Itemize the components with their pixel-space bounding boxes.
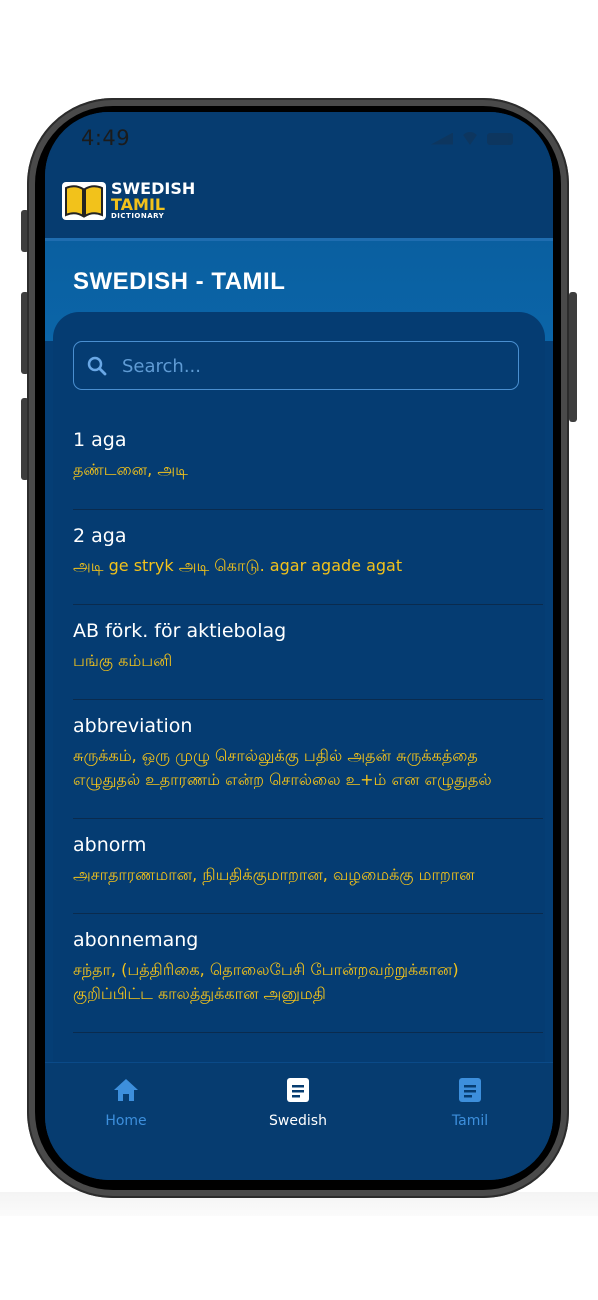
search-box[interactable] (73, 341, 519, 390)
book-icon (61, 178, 107, 222)
entry-meaning: தண்டனை, அடி (73, 460, 188, 479)
entry-word: 1 aga (73, 429, 127, 451)
power-button (569, 292, 577, 422)
bottom-nav: Home Swedish Tamil (45, 1062, 553, 1180)
entry-meaning: அடி ge stryk அடி கொடு. agar agade agat (73, 556, 403, 575)
search-icon (87, 356, 107, 376)
page-title: SWEDISH - TAMIL (73, 268, 286, 295)
search-input[interactable] (120, 342, 514, 390)
app-logo[interactable]: SWEDISH TAMIL DICTIONARY (61, 178, 195, 222)
status-icons (431, 132, 513, 145)
nav-home-label: Home (105, 1113, 147, 1129)
home-icon (114, 1079, 138, 1101)
entry-word: 2 aga (73, 525, 127, 547)
entry-word: abonnemang (73, 929, 199, 951)
logo-text: SWEDISH TAMIL DICTIONARY (111, 180, 195, 220)
entry-meaning: சந்தா, (பத்திரிகை, தொலைபேசி போன்றவற்றுக்… (73, 960, 459, 1003)
entry-meaning: சுருக்கம், ஒரு முழு சொல்லுக்கு பதில் அதன… (73, 746, 492, 789)
nav-home[interactable]: Home (66, 1077, 186, 1129)
entry-meaning: அசாதாரணமான, நியதிக்குமாறான, வழமைக்கு மாற… (73, 865, 475, 884)
entry-meaning: பங்கு கம்பனி (73, 651, 173, 670)
list-item[interactable]: abnorm அசாதாரணமான, நியதிக்குமாறான, வழமைக… (73, 819, 543, 914)
list-item[interactable]: abbreviation சுருக்கம், ஒரு முழு சொல்லுக… (73, 700, 543, 819)
app-header: 4:49 SWEDISH TAMIL DICTIONARY (45, 112, 553, 241)
list-item[interactable]: AB förk. för aktiebolag பங்கு கம்பனி (73, 605, 543, 700)
signal-icon (431, 132, 453, 145)
phone-screen: 4:49 SWEDISH TAMIL DICTIONARY SWEDISH - … (45, 112, 553, 1180)
entry-word: AB förk. för aktiebolag (73, 620, 287, 642)
status-time: 4:49 (81, 126, 131, 150)
nav-tamil[interactable]: Tamil (410, 1077, 530, 1129)
word-list: 1 aga தண்டனை, அடி 2 aga அடி ge stryk அடி… (73, 414, 543, 1033)
logo-line-tamil: TAMIL (111, 194, 166, 214)
logo-line-dictionary: DICTIONARY (111, 211, 165, 220)
list-item[interactable]: 1 aga தண்டனை, அடி (73, 414, 543, 510)
wifi-icon (461, 132, 479, 145)
nav-tamil-label: Tamil (451, 1113, 489, 1129)
nav-swedish-label: Swedish (269, 1113, 327, 1129)
nav-swedish[interactable]: Swedish (238, 1077, 358, 1129)
document-icon (459, 1078, 481, 1102)
entry-word: abnorm (73, 834, 147, 856)
list-item[interactable]: 2 aga அடி ge stryk அடி கொடு. agar agade … (73, 510, 543, 605)
document-icon (287, 1078, 309, 1102)
list-item[interactable]: abonnemang சந்தா, (பத்திரிகை, தொலைபேசி ப… (73, 914, 543, 1033)
battery-icon (487, 132, 513, 145)
entry-word: abbreviation (73, 715, 193, 737)
